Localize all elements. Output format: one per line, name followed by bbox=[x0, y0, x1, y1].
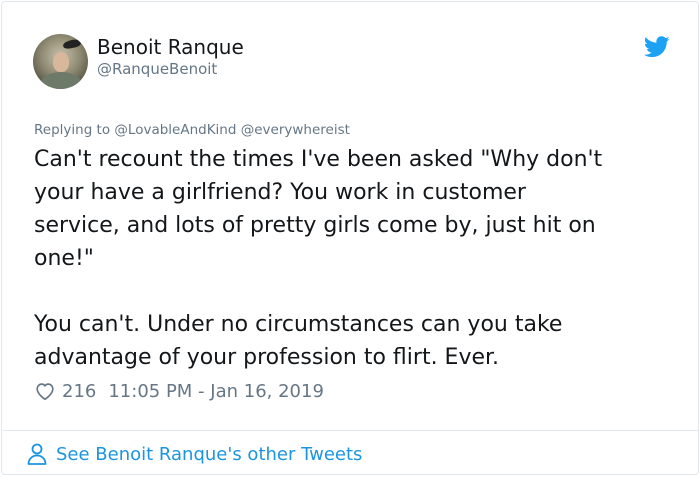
author-name[interactable]: Benoit Ranque bbox=[97, 35, 244, 59]
see-other-tweets-label: See Benoit Ranque's other Tweets bbox=[56, 443, 363, 465]
avatar-shirt-detail bbox=[41, 72, 81, 89]
tweet-text: Can't recount the times I've been asked … bbox=[34, 143, 684, 374]
tweet-timestamp[interactable]: 11:05 PM - Jan 16, 2019 bbox=[108, 381, 324, 402]
tweet-paragraph: You can't. Under no circumstances can yo… bbox=[34, 312, 563, 370]
replying-to: Replying to @LovableAndKind @everywherei… bbox=[34, 122, 350, 139]
heart-icon[interactable] bbox=[34, 380, 56, 402]
avatar[interactable] bbox=[33, 34, 88, 89]
avatar-face-detail bbox=[53, 52, 69, 72]
author-handle[interactable]: @RanqueBenoit bbox=[97, 60, 217, 78]
mention-link[interactable]: @LovableAndKind bbox=[114, 122, 236, 138]
tweet-meta: 216 11:05 PM - Jan 16, 2019 bbox=[34, 378, 324, 404]
avatar-bird-detail bbox=[62, 38, 82, 50]
like-count[interactable]: 216 bbox=[62, 381, 96, 402]
mention-link[interactable]: @everywhereist bbox=[241, 122, 350, 138]
tweet-paragraph: Can't recount the times I've been asked … bbox=[34, 147, 603, 271]
tweet-card: Benoit Ranque @RanqueBenoit Replying to … bbox=[1, 1, 699, 475]
twitter-bird-icon[interactable] bbox=[644, 36, 670, 58]
replying-prefix: Replying to bbox=[34, 122, 111, 138]
divider bbox=[3, 430, 699, 431]
person-icon bbox=[27, 443, 47, 465]
see-other-tweets-link[interactable]: See Benoit Ranque's other Tweets bbox=[26, 441, 362, 467]
